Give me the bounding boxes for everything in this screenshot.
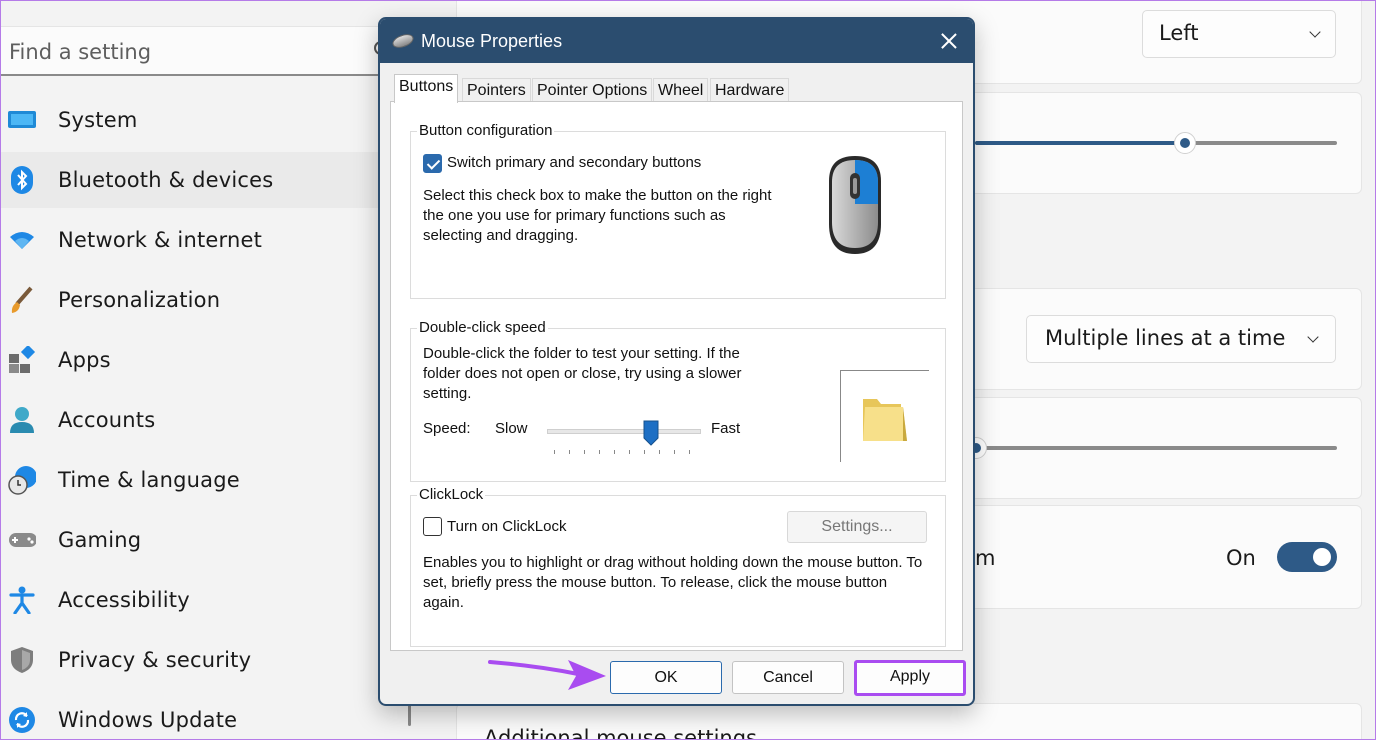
person-icon xyxy=(8,406,36,434)
apply-button[interactable]: Apply xyxy=(854,660,966,696)
fast-label: Fast xyxy=(711,420,741,437)
folder-icon xyxy=(863,399,907,441)
sidebar-item-label: System xyxy=(58,108,138,132)
sidebar-item-label: Apps xyxy=(58,348,111,372)
slider-tick xyxy=(674,450,675,454)
sidebar-item-label: Privacy & security xyxy=(58,648,252,672)
brush-icon xyxy=(8,286,36,314)
pointer-speed-slider[interactable] xyxy=(1174,132,1196,154)
cancel-button[interactable]: Cancel xyxy=(732,661,844,694)
tab-buttons[interactable]: Buttons xyxy=(394,74,459,103)
buttons-tab-panel: Button configuration Switch primary and … xyxy=(390,101,963,651)
globe-clock-icon xyxy=(8,466,36,495)
slider-tick xyxy=(584,450,585,454)
clicklock-group: ClickLock Turn on ClickLock Settings... … xyxy=(410,486,946,647)
button-config-description: Select this check box to make the button… xyxy=(423,187,772,244)
sidebar-item-network[interactable]: Network & internet xyxy=(0,212,400,268)
sidebar-item-privacy[interactable]: Privacy & security xyxy=(0,632,400,688)
chevron-down-icon xyxy=(1309,26,1321,38)
close-icon[interactable] xyxy=(937,29,961,53)
sidebar-item-personalization[interactable]: Personalization xyxy=(0,272,400,328)
primary-button-dropdown[interactable]: Left xyxy=(1142,10,1336,58)
double-click-legend: Double-click speed xyxy=(417,319,548,336)
sidebar-item-bluetooth[interactable]: Bluetooth & devices xyxy=(0,152,400,208)
sidebar-item-label: Time & language xyxy=(58,468,240,492)
pointer-speed-fill xyxy=(975,141,1185,145)
double-click-group: Double-click speed Double-click the fold… xyxy=(410,319,946,482)
accessibility-icon xyxy=(8,586,36,614)
toggle-state-label: On xyxy=(1226,546,1256,570)
primary-button-value: Left xyxy=(1159,21,1199,45)
update-icon xyxy=(8,706,36,734)
dialog-title: Mouse Properties xyxy=(421,31,563,51)
double-click-track xyxy=(547,429,701,434)
slider-tick xyxy=(689,450,690,454)
search-box[interactable]: Find a setting xyxy=(0,26,400,76)
wifi-icon xyxy=(8,226,36,254)
slider-tick xyxy=(644,450,645,454)
sidebar-item-label: Network & internet xyxy=(58,228,263,252)
scroll-lines-track xyxy=(975,446,1337,450)
tab-pointer-options[interactable]: Pointer Options xyxy=(532,78,653,102)
ok-button[interactable]: OK xyxy=(610,661,722,694)
monitor-icon xyxy=(8,106,36,134)
scroll-mode-dropdown[interactable]: Multiple lines at a time xyxy=(1026,315,1336,363)
slider-tick xyxy=(629,450,630,454)
test-folder-area[interactable] xyxy=(840,370,929,462)
sidebar-item-accessibility[interactable]: Accessibility xyxy=(0,572,400,628)
slider-tick xyxy=(569,450,570,454)
tab-pointers[interactable]: Pointers xyxy=(462,78,531,102)
bluetooth-icon xyxy=(8,166,36,194)
button-config-legend: Button configuration xyxy=(417,122,555,139)
clicklock-settings-button[interactable]: Settings... xyxy=(787,511,927,543)
dialog-titlebar[interactable]: Mouse Properties xyxy=(380,19,973,63)
sidebar-item-label: Gaming xyxy=(58,528,142,552)
sidebar-item-gaming[interactable]: Gaming xyxy=(0,512,400,568)
arrow-annotation-icon xyxy=(488,660,606,690)
search-input[interactable]: Find a setting xyxy=(9,40,151,64)
sidebar-item-system[interactable]: System xyxy=(0,92,400,148)
sidebar-item-label: Bluetooth & devices xyxy=(58,168,274,192)
switch-buttons-label[interactable]: Switch primary and secondary buttons xyxy=(447,153,701,173)
inactive-scroll-toggle[interactable] xyxy=(1277,542,1337,572)
mouse-illustration-icon xyxy=(829,156,881,254)
scroll-mode-value: Multiple lines at a time xyxy=(1045,326,1286,350)
mouse-image xyxy=(783,136,929,290)
sidebar-item-windows-update[interactable]: Windows Update xyxy=(0,692,400,740)
switch-buttons-checkbox[interactable] xyxy=(423,154,442,173)
additional-settings-link[interactable]: Additional mouse settings xyxy=(484,726,757,740)
slider-tick xyxy=(659,450,660,454)
mouse-icon xyxy=(390,31,416,51)
slider-tick xyxy=(599,450,600,454)
mouse-properties-dialog: Mouse Properties Buttons Pointers Pointe… xyxy=(378,17,975,706)
chevron-down-icon xyxy=(1307,331,1319,343)
sidebar-item-label: Personalization xyxy=(58,288,221,312)
sidebar-item-time-language[interactable]: Time & language xyxy=(0,452,400,508)
shield-icon xyxy=(8,646,36,674)
clicklock-label[interactable]: Turn on ClickLock xyxy=(447,517,567,537)
slider-tick xyxy=(614,450,615,454)
clicklock-description: Enables you to highlight or drag without… xyxy=(423,554,923,611)
slow-label: Slow xyxy=(495,420,528,437)
sidebar-item-label: Accounts xyxy=(58,408,156,432)
tab-hardware[interactable]: Hardware xyxy=(710,78,790,102)
sidebar-item-label: Windows Update xyxy=(58,708,238,732)
gamepad-icon xyxy=(8,526,36,554)
sidebar-item-apps[interactable]: Apps xyxy=(0,332,400,388)
speed-label: Speed: xyxy=(423,420,471,437)
clicklock-legend: ClickLock xyxy=(417,486,486,503)
inactive-scroll-label: m xyxy=(975,546,996,570)
double-click-description: Double-click the folder to test your set… xyxy=(423,345,742,402)
slider-tick xyxy=(554,450,555,454)
double-click-slider[interactable] xyxy=(643,420,659,446)
clicklock-checkbox[interactable] xyxy=(423,517,442,536)
tab-wheel[interactable]: Wheel xyxy=(653,78,709,102)
apps-icon xyxy=(8,346,36,374)
settings-sidebar: Find a setting System Bluetooth & device… xyxy=(0,0,400,740)
sidebar-item-accounts[interactable]: Accounts xyxy=(0,392,400,448)
sidebar-item-label: Accessibility xyxy=(58,588,190,612)
button-config-group: Button configuration Switch primary and … xyxy=(410,122,946,299)
